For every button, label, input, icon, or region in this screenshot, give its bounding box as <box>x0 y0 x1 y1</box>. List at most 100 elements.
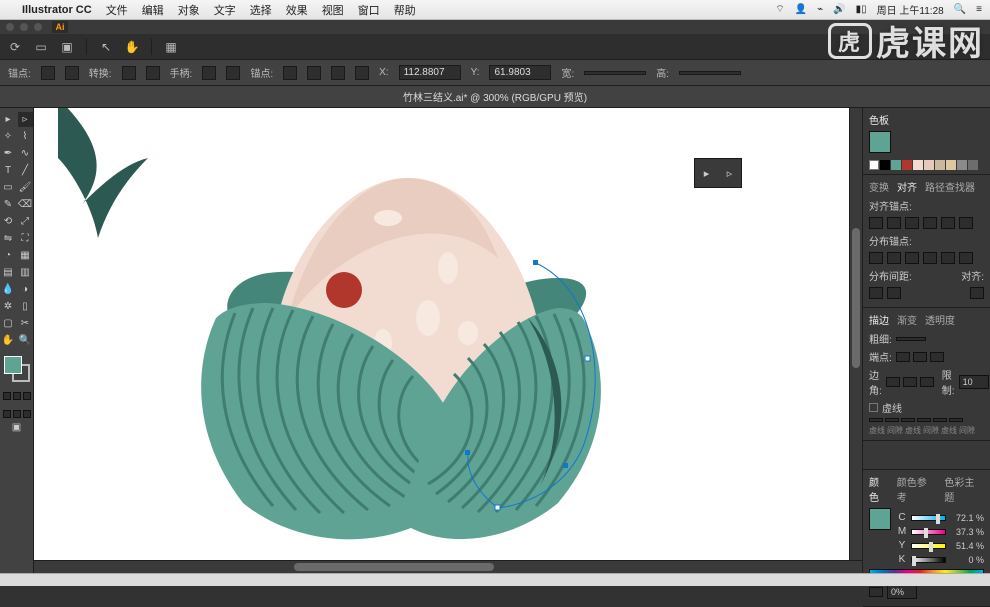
scale-tool[interactable]: ⤢ <box>18 214 33 229</box>
status-user-icon[interactable]: 👤 <box>795 4 807 15</box>
hand-tool[interactable]: ✋ <box>1 333 16 348</box>
notification-center-icon[interactable]: ≡ <box>976 4 982 15</box>
convert-corner-icon[interactable] <box>122 66 136 80</box>
swatch-item[interactable] <box>946 160 956 170</box>
width-tool[interactable]: ⇋ <box>1 231 16 246</box>
menu-app[interactable]: Illustrator CC <box>22 4 92 16</box>
dist-bottom-icon[interactable] <box>905 252 919 264</box>
swatch-item[interactable] <box>880 160 890 170</box>
color-tab[interactable]: 颜色 <box>869 474 889 504</box>
pen-tool[interactable]: ✒ <box>1 146 16 161</box>
dash-seg-field[interactable] <box>901 418 915 422</box>
handle-hide-icon[interactable] <box>226 66 240 80</box>
y-field[interactable]: 61.9803 <box>489 65 551 80</box>
document-tab[interactable]: 竹林三结义.ai* @ 300% (RGB/GPU 预览) <box>403 89 587 104</box>
current-swatch[interactable] <box>869 131 891 153</box>
vertical-scrollbar[interactable] <box>849 108 862 560</box>
align-vcenter-icon[interactable] <box>941 217 955 229</box>
gradient-tab[interactable]: 渐变 <box>897 312 917 327</box>
free-transform-tool[interactable]: ⛶ <box>18 231 33 246</box>
y-slider[interactable] <box>911 543 946 549</box>
dist-vspace-icon[interactable] <box>869 287 883 299</box>
transparency-tab[interactable]: 透明度 <box>925 312 955 327</box>
column-graph-tool[interactable]: ▯ <box>18 299 33 314</box>
swatch-item[interactable] <box>869 160 879 170</box>
fill-swatch[interactable] <box>4 356 22 374</box>
rotate-tool[interactable]: ⟲ <box>1 214 16 229</box>
handle-show-icon[interactable] <box>202 66 216 80</box>
horizontal-scrollbar[interactable] <box>34 560 862 573</box>
menu-object[interactable]: 对象 <box>178 2 200 18</box>
align-left-icon[interactable] <box>869 217 883 229</box>
lasso-tool[interactable]: ⌇ <box>18 129 33 144</box>
align-bottom-icon[interactable] <box>959 217 973 229</box>
shaper-tool[interactable]: ✎ <box>1 197 16 212</box>
dash-seg-field[interactable] <box>885 418 899 422</box>
dist-top-icon[interactable] <box>869 252 883 264</box>
mini-direct-selection-icon[interactable]: ▹ <box>727 167 733 180</box>
curvature-tool[interactable]: ∿ <box>18 146 33 161</box>
menu-help[interactable]: 帮助 <box>394 2 416 18</box>
line-tool[interactable]: ╱ <box>18 163 33 178</box>
opacity-icon[interactable] <box>869 587 883 597</box>
w-field[interactable] <box>584 71 646 75</box>
rectangle-tool[interactable]: ▭ <box>1 180 16 195</box>
screen-mode-button[interactable]: ▣ <box>2 420 32 435</box>
menu-file[interactable]: 文件 <box>106 2 128 18</box>
menu-type[interactable]: 文字 <box>214 2 236 18</box>
eyedropper-tool[interactable]: 💧 <box>1 282 16 297</box>
opacity-field[interactable]: 0% <box>887 585 917 599</box>
menu-select[interactable]: 选择 <box>250 2 272 18</box>
anchors-a-icon[interactable] <box>283 66 297 80</box>
pathfinder-tab[interactable]: 路径查找器 <box>925 179 975 194</box>
limit-field[interactable]: 10 <box>959 375 989 389</box>
swatch-item[interactable] <box>891 160 901 170</box>
window-close-button[interactable] <box>6 23 14 31</box>
slice-tool[interactable]: ✂ <box>18 316 33 331</box>
menu-window[interactable]: 窗口 <box>358 2 380 18</box>
zoom-tool[interactable]: 🔍 <box>18 333 33 348</box>
eraser-tool[interactable]: ⌫ <box>18 197 33 212</box>
join-miter-icon[interactable] <box>886 377 900 387</box>
toolbar-sync-icon[interactable]: ⟳ <box>6 38 24 56</box>
swatch-item[interactable] <box>968 160 978 170</box>
selection-tool[interactable]: ▸ <box>1 112 16 127</box>
swatches-tab[interactable]: 色板 <box>869 112 889 127</box>
align-to-selection-icon[interactable] <box>970 287 984 299</box>
stroke-weight-field[interactable] <box>896 337 926 341</box>
swatch-item[interactable] <box>924 160 934 170</box>
toolbar-hand-icon[interactable]: ✋ <box>123 38 141 56</box>
menu-effect[interactable]: 效果 <box>286 2 308 18</box>
swatch-item[interactable] <box>957 160 967 170</box>
toolbar-new-icon[interactable]: ▭ <box>32 38 50 56</box>
shape-builder-tool[interactable]: ◔ <box>1 248 16 263</box>
gradient-tool[interactable]: ▥ <box>18 265 33 280</box>
swatch-item[interactable] <box>913 160 923 170</box>
swatch-item[interactable] <box>935 160 945 170</box>
spotlight-icon[interactable]: 🔍 <box>954 4 966 15</box>
draw-inside-icon[interactable] <box>23 410 31 418</box>
dist-hspace-icon[interactable] <box>887 287 901 299</box>
toolbar-open-icon[interactable]: ▣ <box>58 38 76 56</box>
status-wifi-icon[interactable]: ⌁ <box>817 4 823 15</box>
dash-checkbox[interactable] <box>869 403 878 412</box>
draw-behind-icon[interactable] <box>13 410 21 418</box>
cap-round-icon[interactable] <box>913 352 927 362</box>
blend-tool[interactable]: ◑ <box>18 282 33 297</box>
dist-left-icon[interactable] <box>923 252 937 264</box>
dash-seg-field[interactable] <box>869 418 883 422</box>
anchors-b-icon[interactable] <box>307 66 321 80</box>
x-field[interactable]: 112.8807 <box>399 65 461 80</box>
magic-wand-tool[interactable]: ✧ <box>1 129 16 144</box>
window-zoom-button[interactable] <box>34 23 42 31</box>
align-hcenter-icon[interactable] <box>887 217 901 229</box>
artboard-tool[interactable]: ▢ <box>1 316 16 331</box>
fill-stroke-swatch[interactable] <box>4 356 30 382</box>
swatch-item[interactable] <box>902 160 912 170</box>
align-tab[interactable]: 对齐 <box>897 179 917 194</box>
toolbar-cursor-icon[interactable]: ↖ <box>97 38 115 56</box>
cap-square-icon[interactable] <box>930 352 944 362</box>
color-guide-tab[interactable]: 颜色参考 <box>897 474 937 504</box>
cap-butt-icon[interactable] <box>896 352 910 362</box>
anchor-remove-icon[interactable] <box>65 66 79 80</box>
